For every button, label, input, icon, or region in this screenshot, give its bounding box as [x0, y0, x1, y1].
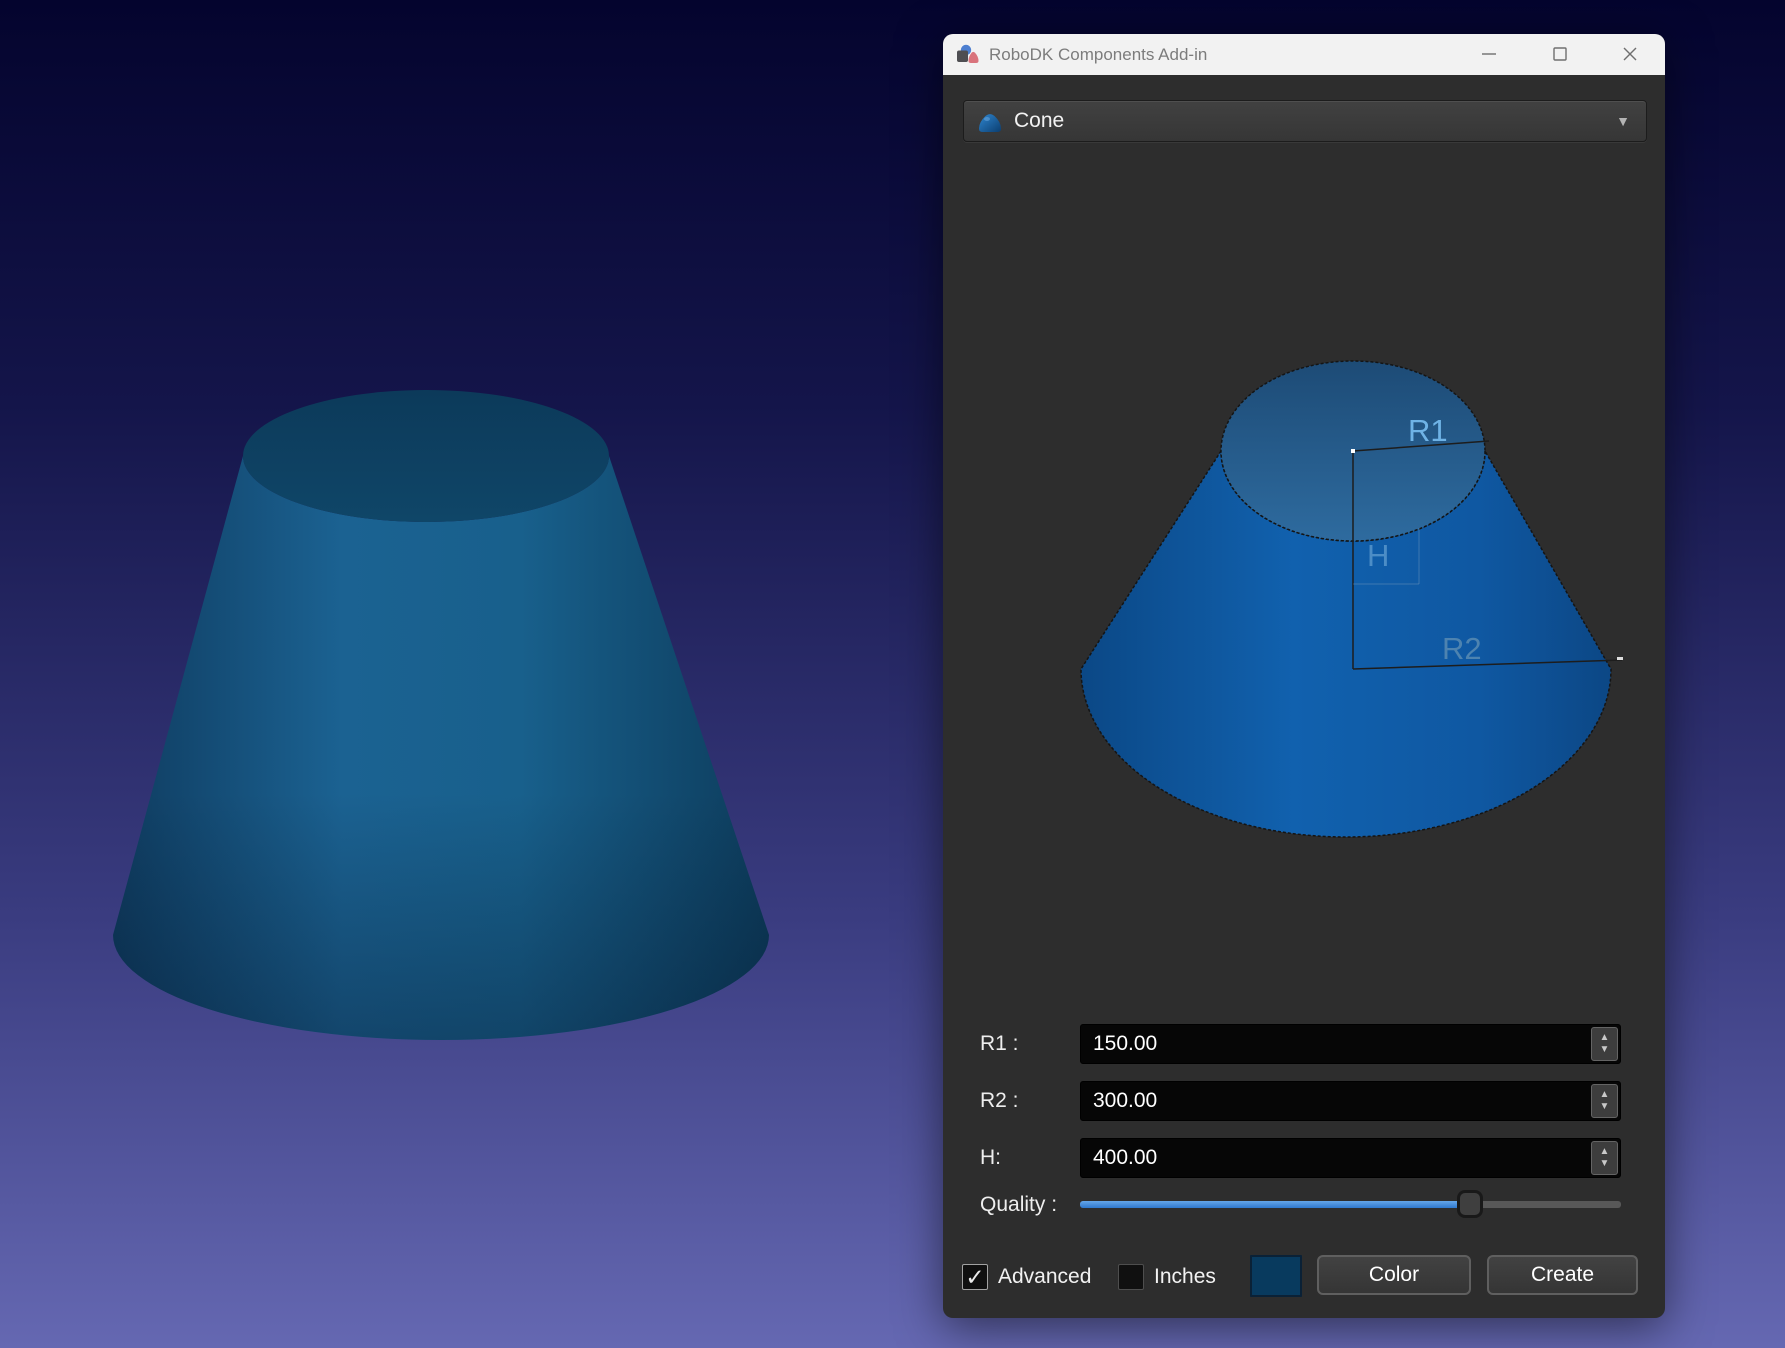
color-swatch [1250, 1255, 1302, 1297]
quality-slider[interactable] [1080, 1201, 1621, 1208]
inches-checkbox[interactable] [1118, 1264, 1144, 1290]
minimize-button[interactable] [1474, 39, 1504, 69]
spinner-up-icon[interactable]: ▲ [1600, 1089, 1610, 1101]
quality-label: Quality : [980, 1185, 1057, 1225]
desktop: RoboDK Components Add-in [0, 0, 1785, 1348]
h-input[interactable] [1080, 1138, 1621, 1178]
quality-slider-handle[interactable] [1457, 1190, 1483, 1218]
chevron-down-icon: ▼ [1616, 101, 1630, 141]
cone-3d-model [60, 340, 840, 1100]
diagram-r2-label: R2 [1442, 631, 1482, 666]
r2-input[interactable] [1080, 1081, 1621, 1121]
r2-label: R2 : [980, 1081, 1019, 1121]
diagram-r1-label: R1 [1408, 413, 1448, 448]
spinner-down-icon[interactable]: ▼ [1600, 1044, 1610, 1056]
close-icon [1622, 46, 1638, 62]
r1-spinner[interactable]: ▲ ▼ [1591, 1027, 1618, 1061]
r1-input[interactable] [1080, 1024, 1621, 1064]
diagram-h-label: H [1367, 538, 1389, 573]
shape-selector-value: Cone [1014, 101, 1064, 141]
advanced-checkbox[interactable]: ✓ [962, 1264, 988, 1290]
maximize-button[interactable] [1545, 39, 1575, 69]
spinner-down-icon[interactable]: ▼ [1600, 1101, 1610, 1113]
r1-field: ▲ ▼ [1080, 1024, 1621, 1064]
cone-parameter-diagram: R1 H R2 [1060, 330, 1630, 860]
spinner-down-icon[interactable]: ▼ [1600, 1158, 1610, 1170]
h-field: ▲ ▼ [1080, 1138, 1621, 1178]
spinner-up-icon[interactable]: ▲ [1600, 1146, 1610, 1158]
quality-slider-fill [1080, 1201, 1470, 1208]
close-button[interactable] [1615, 39, 1645, 69]
minimize-icon [1481, 46, 1497, 62]
robodk-app-icon [955, 42, 981, 68]
robodk-components-dialog: RoboDK Components Add-in [943, 34, 1665, 1318]
color-button[interactable]: Color [1317, 1255, 1471, 1295]
maximize-icon [1552, 46, 1568, 62]
create-button[interactable]: Create [1487, 1255, 1638, 1295]
cone-icon [976, 110, 1004, 134]
shape-selector-dropdown[interactable]: Cone ▼ [963, 100, 1647, 142]
r2-spinner[interactable]: ▲ ▼ [1591, 1084, 1618, 1118]
advanced-checkbox-label[interactable]: Advanced [998, 1264, 1091, 1290]
r2-field: ▲ ▼ [1080, 1081, 1621, 1121]
dialog-titlebar[interactable]: RoboDK Components Add-in [943, 34, 1665, 75]
r1-label: R1 : [980, 1024, 1019, 1064]
inches-checkbox-label[interactable]: Inches [1154, 1264, 1216, 1290]
h-spinner[interactable]: ▲ ▼ [1591, 1141, 1618, 1175]
dialog-title: RoboDK Components Add-in [989, 34, 1207, 75]
spinner-up-icon[interactable]: ▲ [1600, 1032, 1610, 1044]
h-label: H: [980, 1138, 1001, 1178]
